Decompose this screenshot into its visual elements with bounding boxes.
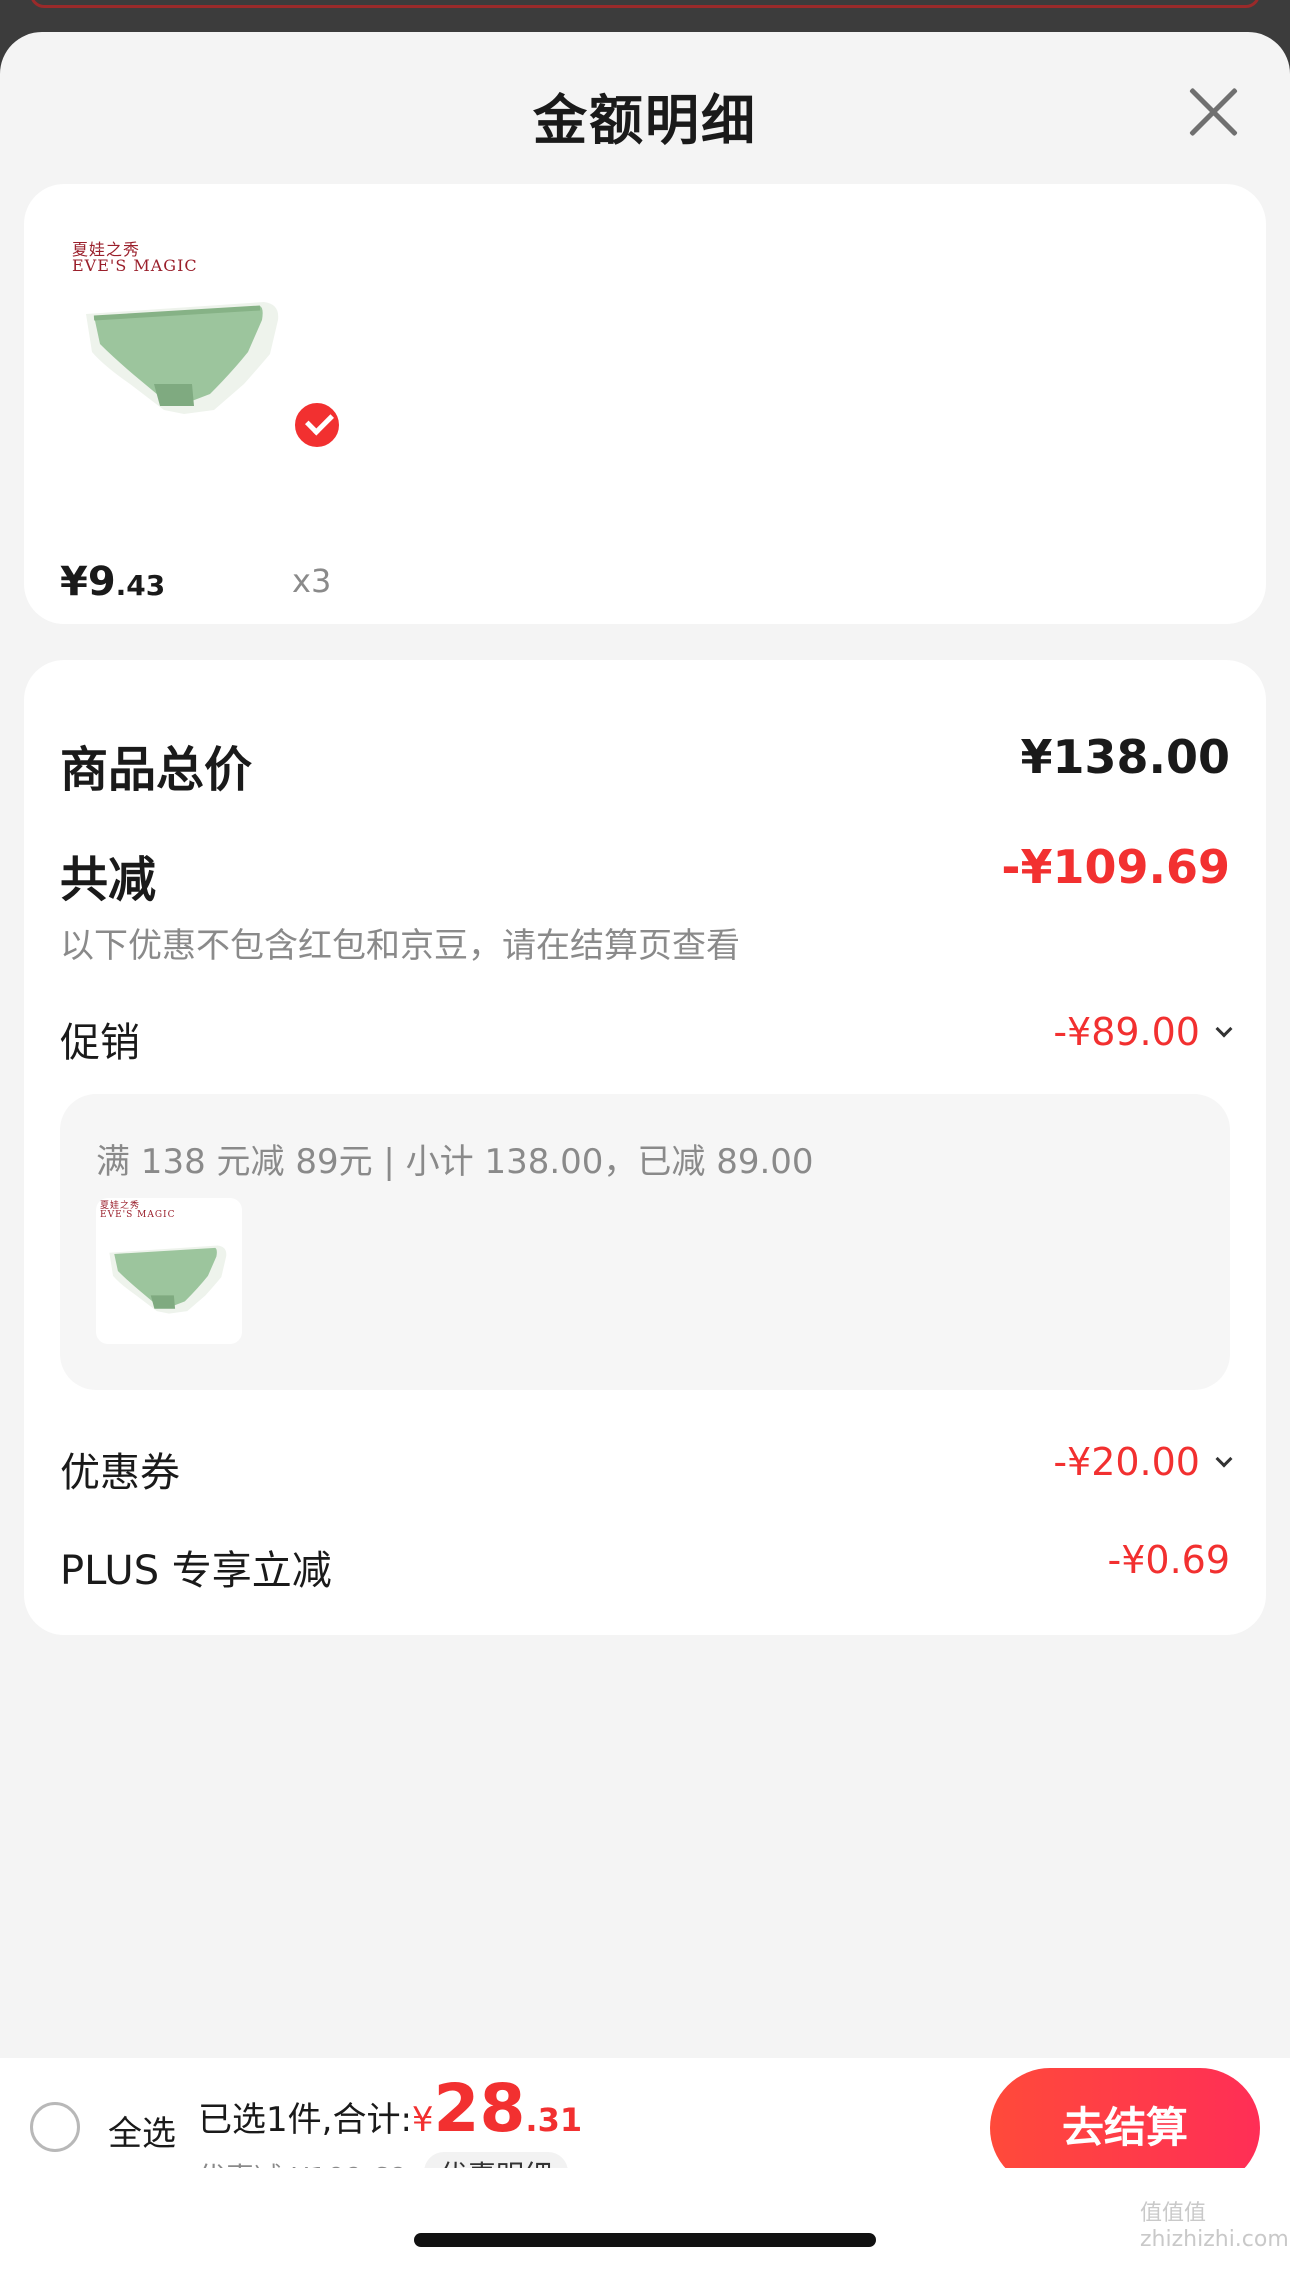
plus-discount-label: PLUS 专享立减 — [60, 1548, 332, 1594]
total-price-value: ¥138.00 — [1020, 730, 1230, 784]
sum-currency: ¥ — [411, 2100, 434, 2140]
total-reduce-value: -¥109.69 — [1001, 840, 1230, 894]
promotion-product-thumb[interactable]: 夏娃之秀 EVE'S MAGIC — [96, 1198, 242, 1344]
select-all-radio[interactable] — [30, 2102, 80, 2152]
coupon-value: -¥20.00 — [1053, 1440, 1200, 1484]
sheet-title: 金额明细 — [533, 89, 757, 152]
chevron-down-icon — [1215, 1450, 1233, 1468]
select-all-label[interactable]: 全选 — [108, 2106, 176, 2155]
checked-icon[interactable] — [292, 400, 342, 450]
brand-logo: 夏娃之秀 EVE'S MAGIC — [100, 1201, 176, 1220]
product-quantity: x3 — [292, 562, 332, 600]
promotion-value-toggle[interactable]: -¥89.00 — [1053, 1010, 1233, 1054]
promotion-detail-text: 满 138 元减 89元 | 小计 138.00，已减 89.00 — [96, 1142, 814, 1182]
promotion-value: -¥89.00 — [1053, 1010, 1200, 1054]
selected-summary: 已选1件,合计:¥28.31 — [198, 2070, 582, 2147]
brand-logo: 夏娃之秀 EVE'S MAGIC — [72, 240, 198, 275]
selected-text: 已选1件,合计: — [198, 2100, 412, 2140]
home-indicator[interactable] — [414, 2233, 876, 2247]
total-price-label: 商品总价 — [60, 742, 253, 798]
coupon-label: 优惠券 — [60, 1450, 180, 1496]
safe-area — [0, 2168, 1290, 2271]
reduce-note: 以下优惠不包含红包和京豆，请在结算页查看 — [60, 926, 740, 966]
amount-detail-sheet: 金额明细 夏娃之秀 EVE'S MAGIC ¥9.43 x3 商品总价 ¥138.… — [0, 32, 1290, 2271]
coupon-value-toggle[interactable]: -¥20.00 — [1053, 1440, 1233, 1484]
sum-integer: 28 — [433, 2070, 526, 2147]
promotion-label: 促销 — [60, 1020, 140, 1066]
product-image[interactable]: 夏娃之秀 EVE'S MAGIC — [64, 234, 304, 454]
backdrop-hint — [30, 0, 1260, 8]
watermark: 值值值 zhizhizhi.com — [1140, 2201, 1289, 2252]
total-reduce-label: 共减 — [60, 852, 157, 908]
close-icon[interactable] — [1184, 82, 1244, 142]
product-price: ¥9.43 — [60, 559, 166, 605]
product-card: 夏娃之秀 EVE'S MAGIC ¥9.43 x3 — [24, 184, 1266, 624]
sum-decimal: .31 — [525, 2101, 583, 2139]
promotion-detail-box: 满 138 元减 89元 | 小计 138.00，已减 89.00 夏娃之秀 EV… — [60, 1094, 1230, 1390]
chevron-down-icon — [1215, 1020, 1233, 1038]
plus-discount-value: -¥0.69 — [1107, 1538, 1231, 1582]
price-summary-card: 商品总价 ¥138.00 共减 -¥109.69 以下优惠不包含红包和京豆，请在… — [24, 660, 1266, 1635]
